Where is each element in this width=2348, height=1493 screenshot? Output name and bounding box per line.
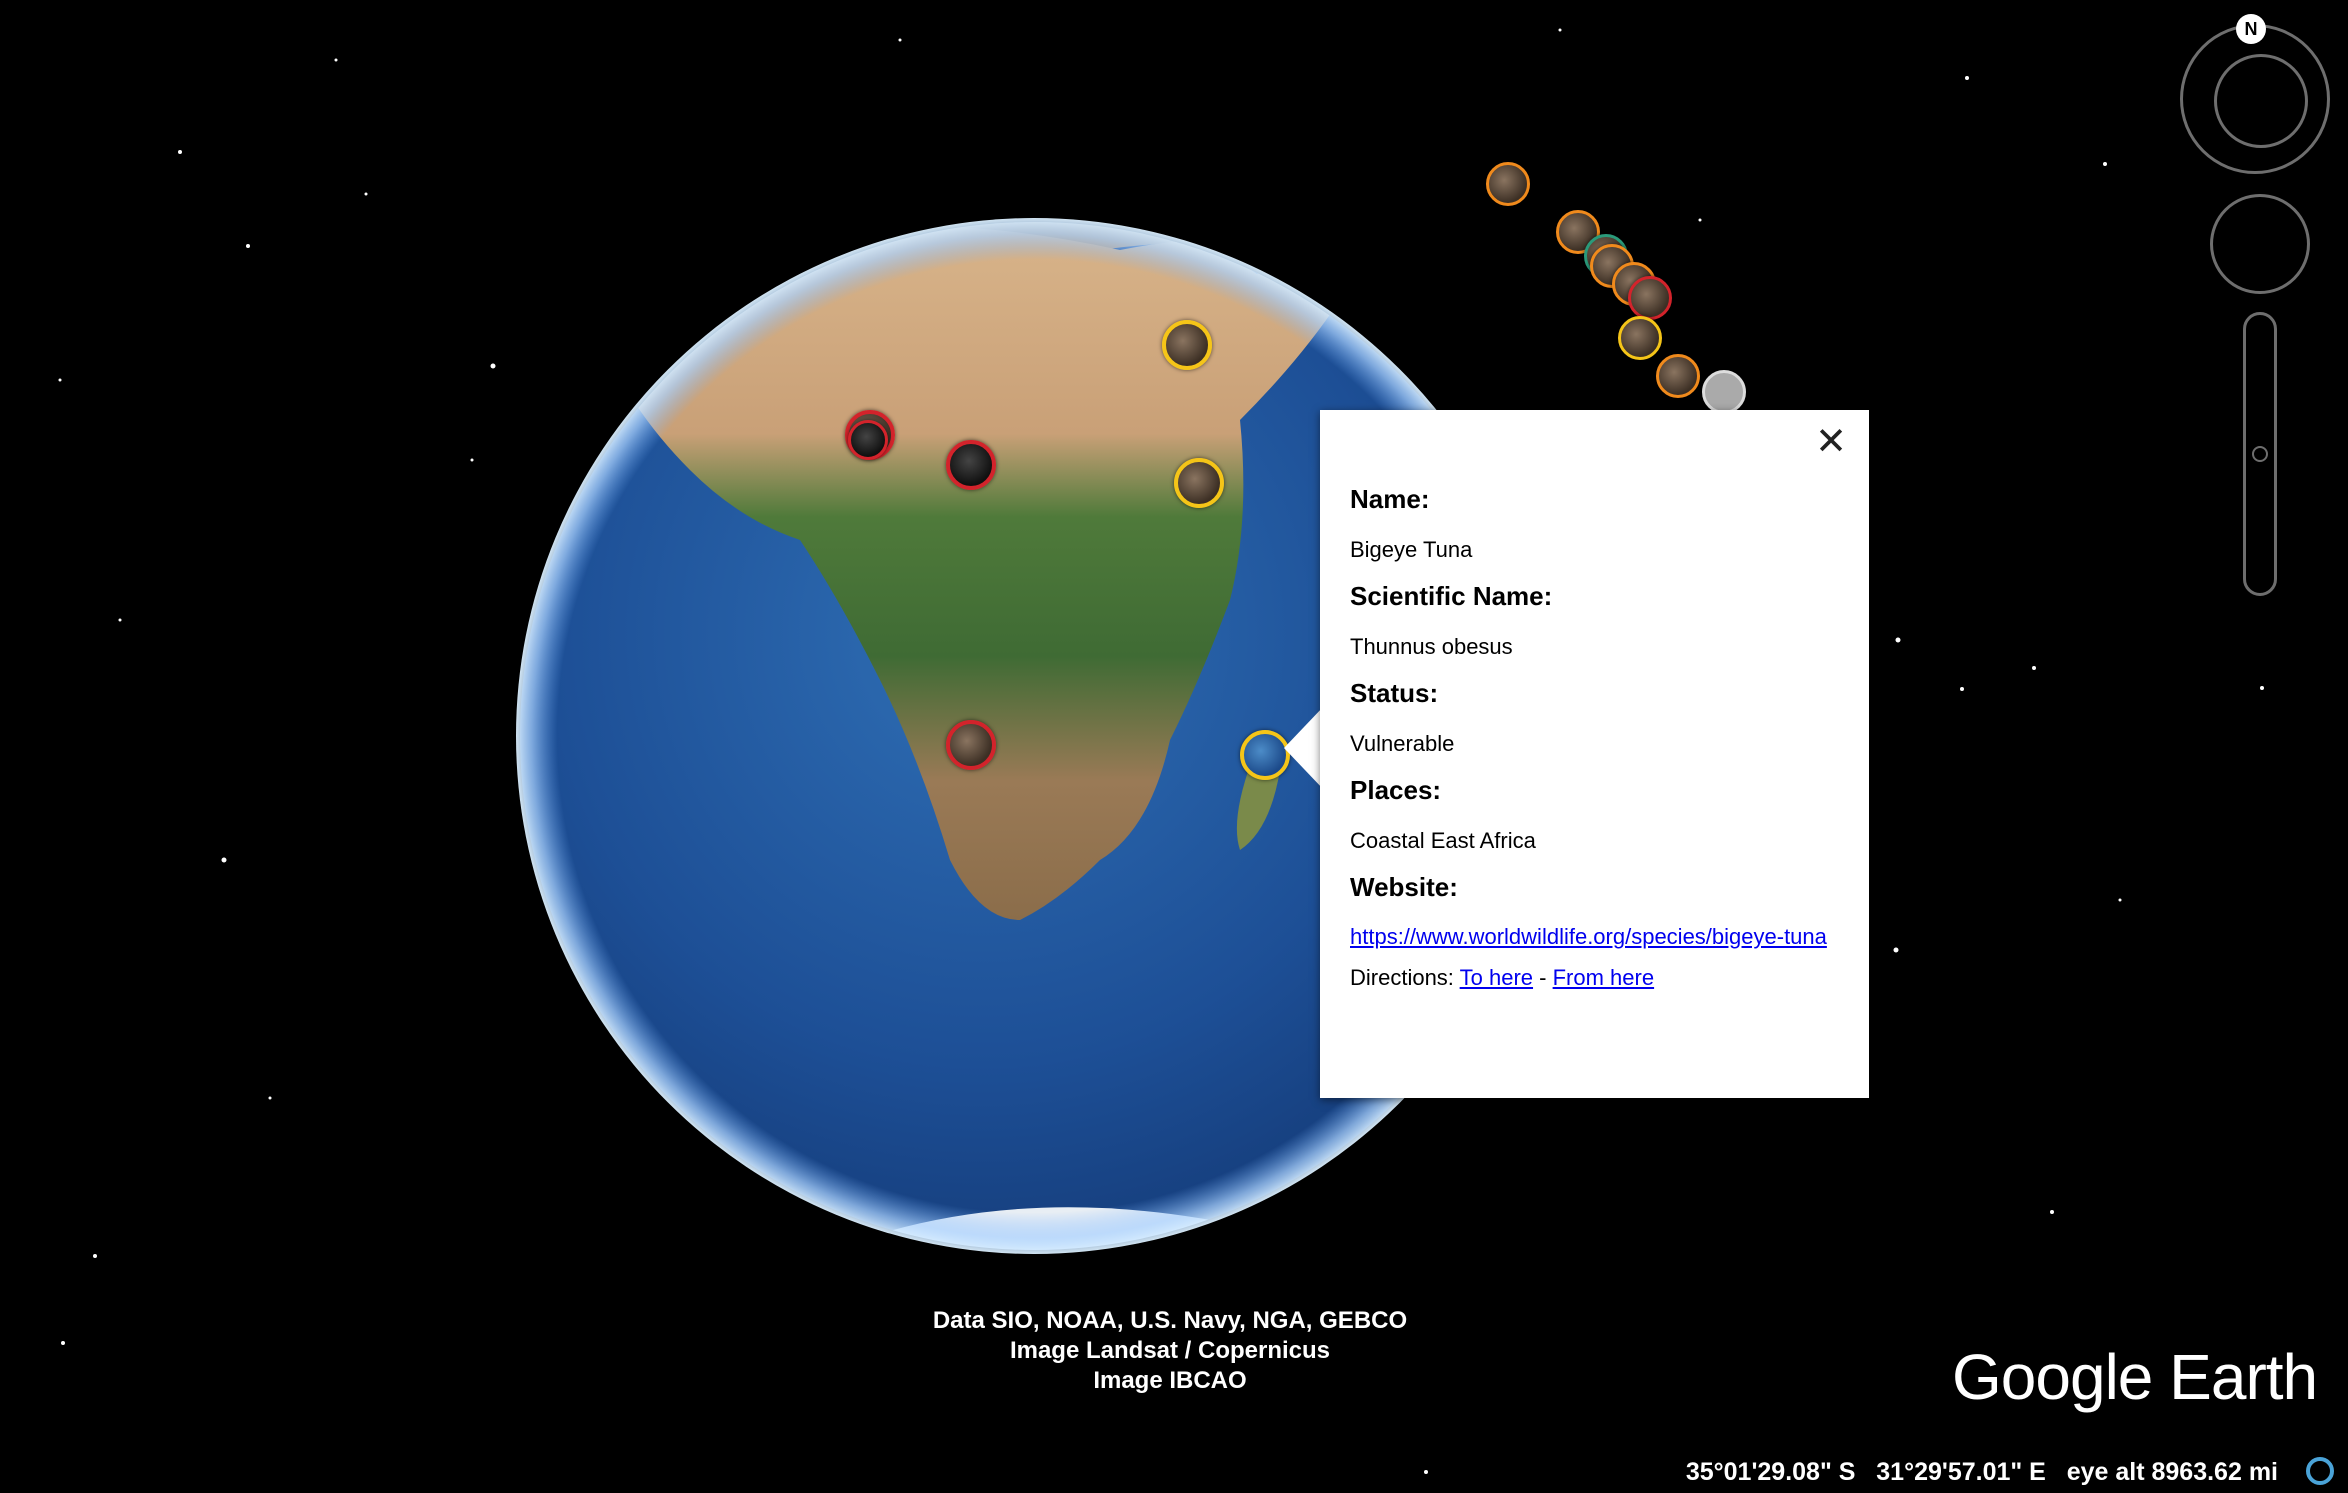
scientific-name-label: Scientific Name: [1350, 581, 1553, 611]
directions: Directions: To here - From here [1350, 965, 1839, 991]
imagery-attribution: Data SIO, NOAA, U.S. Navy, NGA, GEBCO Im… [900, 1306, 1440, 1396]
placemark-edge-8[interactable] [1656, 354, 1700, 398]
name-label: Name: [1350, 484, 1430, 514]
attribution-line-1: Data SIO, NOAA, U.S. Navy, NGA, GEBCO [932, 1307, 1408, 1334]
status-value: Vulnerable [1350, 731, 1455, 756]
eye-alt-value: 8963.62 mi [2151, 1458, 2279, 1486]
placemark-elephant[interactable] [1174, 458, 1224, 508]
info-balloon: ✕ Name: Bigeye Tuna Scientific Name: Thu… [1320, 410, 1869, 1098]
scientific-name-value: Thunnus obesus [1350, 634, 1513, 659]
name-value: Bigeye Tuna [1350, 537, 1473, 562]
places-label: Places: [1350, 775, 1442, 805]
directions-from-here-link[interactable]: From here [1553, 965, 1654, 990]
website-label: Website: [1350, 872, 1458, 902]
directions-label: Directions: [1350, 965, 1454, 990]
north-indicator[interactable]: N [2236, 14, 2266, 44]
website-link[interactable]: https://www.worldwildlife.org/species/bi… [1350, 924, 1827, 949]
placemark-edge-1[interactable] [1486, 162, 1530, 206]
placemark-edge-9[interactable] [1702, 370, 1746, 414]
popup-tail [1284, 706, 1324, 790]
google-earth-logo: Google Earth [1952, 1341, 2318, 1413]
places-value: Coastal East Africa [1350, 828, 1536, 853]
placemark-gorilla-1-inner [848, 420, 888, 460]
attribution-line-2: Image Landsat / Copernicus [1009, 1337, 1331, 1364]
eye-alt-label: eye alt [2066, 1458, 2145, 1486]
directions-to-here-link[interactable]: To here [1460, 965, 1533, 990]
streaming-indicator-icon [2306, 1457, 2334, 1485]
compass-inner-ring[interactable] [2214, 54, 2308, 148]
status-bar: 35°01'29.08" S 31°29'57.01" E eye alt 89… [1686, 1458, 2278, 1487]
placemark-gorilla-2[interactable] [946, 440, 996, 490]
placemark-edge-6[interactable] [1628, 276, 1672, 320]
attribution-line-3: Image IBCAO [1093, 1367, 1247, 1394]
close-icon[interactable]: ✕ [1813, 422, 1849, 460]
longitude-readout: 31°29'57.01" E [1876, 1458, 2046, 1486]
status-label: Status: [1350, 678, 1439, 708]
placemark-bird[interactable] [1162, 320, 1212, 370]
placemark-bigeye-tuna[interactable] [1240, 730, 1290, 780]
placemark-edge-7[interactable] [1618, 316, 1662, 360]
zoom-slider-knob[interactable] [2252, 446, 2268, 462]
earth-globe[interactable] [0, 0, 2348, 1493]
directions-separator: - [1539, 965, 1547, 990]
placemark-rhino[interactable] [946, 720, 996, 770]
look-joystick[interactable] [2210, 194, 2310, 294]
latitude-readout: 35°01'29.08" S [1685, 1458, 1856, 1486]
